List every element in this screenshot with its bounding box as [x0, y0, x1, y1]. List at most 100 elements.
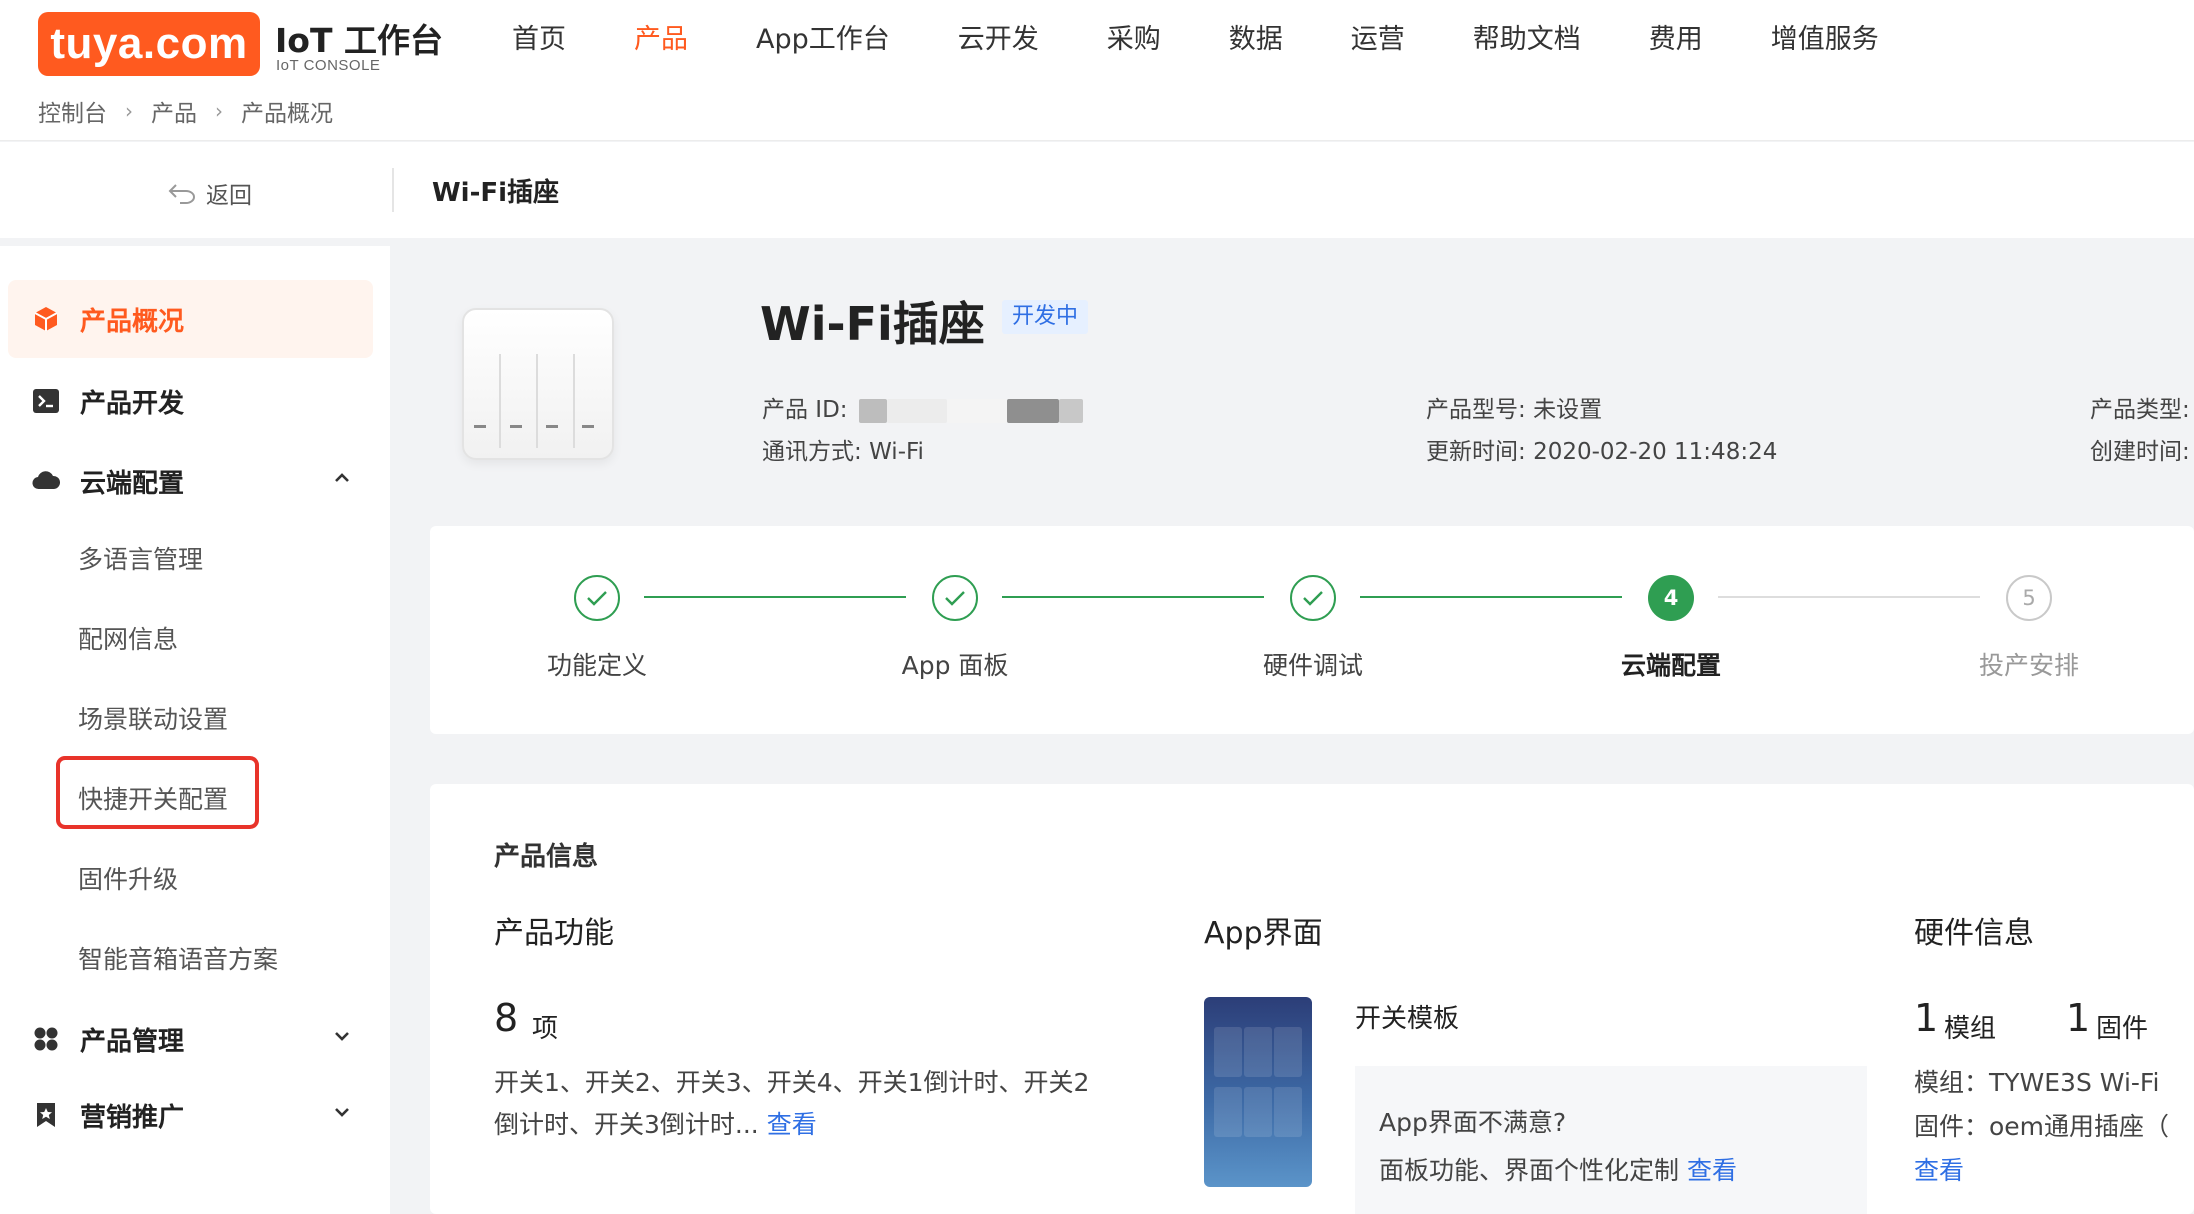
- socket-led: [546, 425, 558, 428]
- updated-value: 2020-02-20 11:48:24: [1533, 439, 1778, 465]
- tuya-logo[interactable]: tuya.com: [38, 12, 260, 76]
- breadcrumb-product[interactable]: 产品: [151, 94, 197, 128]
- redacted-block: [858, 398, 887, 423]
- module-line: 模组：TYWE3S Wi-Fi: [1914, 1068, 2160, 1097]
- module-count: 1: [1914, 996, 1939, 1040]
- app-hint-line1: App界面不满意?: [1379, 1108, 1567, 1137]
- model-value: 未设置: [1533, 397, 1603, 423]
- sidebar-sub-scene-linkage[interactable]: 场景联动设置: [78, 700, 228, 736]
- top-header: tuya.com IoT 工作台 IoT CONSOLE 首页 产品 App工作…: [0, 0, 2194, 140]
- step-5-label[interactable]: 投产安排: [1979, 646, 2079, 682]
- divider: [392, 168, 394, 212]
- functions-list-text: 倒计时、开关3倒计时...: [494, 1110, 759, 1139]
- progress-steps-card: [430, 526, 2194, 734]
- nav-item-operations[interactable]: 运营: [1351, 20, 1405, 60]
- nav-item-cloud-dev[interactable]: 云开发: [958, 20, 1039, 60]
- firmware-unit: 固件: [2096, 1014, 2149, 1044]
- socket-led: [474, 425, 486, 428]
- sidebar-item-marketing[interactable]: 营销推广: [8, 1076, 373, 1154]
- sidebar-item-label: 营销推广: [80, 1102, 185, 1133]
- sidebar-item-product-dev[interactable]: 产品开发: [8, 362, 373, 440]
- step-1-label[interactable]: 功能定义: [547, 646, 647, 682]
- page-title: Wi-Fi插座: [432, 178, 560, 208]
- nav-item-app-workbench[interactable]: App工作台: [756, 20, 890, 60]
- created-time-label: 创建时间:: [2090, 439, 2190, 465]
- nav-item-billing[interactable]: 费用: [1649, 20, 1703, 60]
- functions-title: 产品功能: [494, 916, 614, 951]
- logo-text: tuya.com: [50, 19, 248, 68]
- model-row: 产品型号: 未设置: [1426, 390, 1602, 424]
- back-label: 返回: [206, 183, 252, 209]
- nav-item-home[interactable]: 首页: [512, 20, 566, 60]
- sidebar-item-product-management[interactable]: 产品管理: [8, 1000, 373, 1078]
- breadcrumb-current: 产品概况: [241, 101, 333, 127]
- breadcrumb-separator-icon: ›: [215, 99, 223, 123]
- redacted-block: [946, 398, 1007, 423]
- redacted-block: [1006, 398, 1059, 423]
- step-5-number: 5: [2006, 575, 2052, 621]
- app-panel-preview[interactable]: [1204, 997, 1312, 1187]
- sidebar-item-cloud-config[interactable]: 云端配置: [8, 442, 373, 520]
- firmware-count: 1: [2066, 996, 2091, 1040]
- socket-led: [582, 425, 594, 428]
- terminal-icon: [33, 389, 59, 413]
- grid-icon: [34, 1027, 58, 1051]
- product-image: [462, 308, 614, 460]
- nav-item-docs[interactable]: 帮助文档: [1473, 20, 1581, 60]
- hardware-title: 硬件信息: [1914, 916, 2034, 951]
- comm-label: 通讯方式:: [762, 439, 862, 465]
- functions-list-line1: 开关1、开关2、开关3、开关4、开关1倒计时、开关2: [494, 1068, 1090, 1097]
- functions-count: 8: [494, 996, 519, 1040]
- model-label: 产品型号:: [1426, 397, 1526, 423]
- sidebar-sub-network-info[interactable]: 配网信息: [78, 620, 178, 656]
- section-title: 产品信息: [494, 842, 599, 872]
- highlight-annotation-box: [56, 756, 259, 829]
- sidebar-sub-multilang[interactable]: 多语言管理: [78, 540, 203, 576]
- product-type-label: 产品类型:: [2090, 397, 2190, 423]
- chevron-down-icon: [335, 1032, 349, 1041]
- comm-value: Wi-Fi: [869, 439, 924, 465]
- step-2-label[interactable]: App 面板: [902, 646, 1009, 682]
- step-connector: [644, 596, 906, 598]
- redacted-block: [1058, 398, 1083, 423]
- updated-row: 更新时间: 2020-02-20 11:48:24: [1426, 432, 1777, 466]
- breadcrumb: 控制台 › 产品 › 产品概况: [38, 94, 333, 128]
- functions-unit: 项: [532, 1014, 559, 1044]
- step-3-label[interactable]: 硬件调试: [1263, 646, 1363, 682]
- nav-item-data[interactable]: 数据: [1229, 20, 1283, 60]
- breadcrumb-separator-icon: ›: [125, 99, 133, 123]
- console-subtitle: IoT CONSOLE: [276, 57, 381, 74]
- app-template-name: 开关模板: [1355, 1004, 1460, 1034]
- cube-icon: [34, 307, 58, 331]
- comm-method-row: 通讯方式: Wi-Fi: [762, 432, 924, 466]
- back-button[interactable]: 返回: [168, 176, 252, 210]
- app-hint-line2: 面板功能、界面个性化定制 查看: [1379, 1150, 1737, 1192]
- console-title: IoT 工作台: [275, 21, 443, 60]
- sidebar-item-label: 云端配置: [80, 468, 185, 499]
- step-2-check-icon: [932, 575, 978, 621]
- nav-item-purchase[interactable]: 采购: [1107, 20, 1161, 60]
- sidebar-item-label: 产品概况: [80, 306, 185, 337]
- breadcrumb-console[interactable]: 控制台: [38, 94, 107, 128]
- chevron-down-icon: [335, 1108, 349, 1117]
- product-name: Wi-Fi插座: [760, 297, 985, 351]
- functions-view-link[interactable]: 查看: [767, 1110, 817, 1139]
- sidebar-item-label: 产品开发: [80, 388, 185, 419]
- sidebar-sub-smart-speaker[interactable]: 智能音箱语音方案: [78, 940, 278, 976]
- product-id-row: 产品 ID:: [762, 390, 1083, 424]
- step-4-label[interactable]: 云端配置: [1621, 646, 1721, 682]
- step-1-check-icon: [574, 575, 620, 621]
- app-ui-title: App界面: [1204, 916, 1323, 951]
- sidebar-sub-firmware-upgrade[interactable]: 固件升级: [78, 860, 178, 896]
- step-3-check-icon: [1290, 575, 1336, 621]
- nav-item-value-added[interactable]: 增值服务: [1771, 20, 1879, 60]
- hardware-view-link[interactable]: 查看: [1914, 1150, 1964, 1192]
- app-view-link[interactable]: 查看: [1687, 1156, 1737, 1185]
- product-id-label: 产品 ID:: [762, 397, 848, 423]
- chevron-up-icon: [335, 473, 349, 482]
- panel-tile: [1274, 1027, 1302, 1077]
- sidebar-item-product-overview[interactable]: 产品概况: [8, 280, 373, 358]
- sub-header: 返回 Wi-Fi插座: [0, 142, 2194, 238]
- nav-item-product[interactable]: 产品: [634, 20, 688, 60]
- socket-slot: [573, 354, 575, 448]
